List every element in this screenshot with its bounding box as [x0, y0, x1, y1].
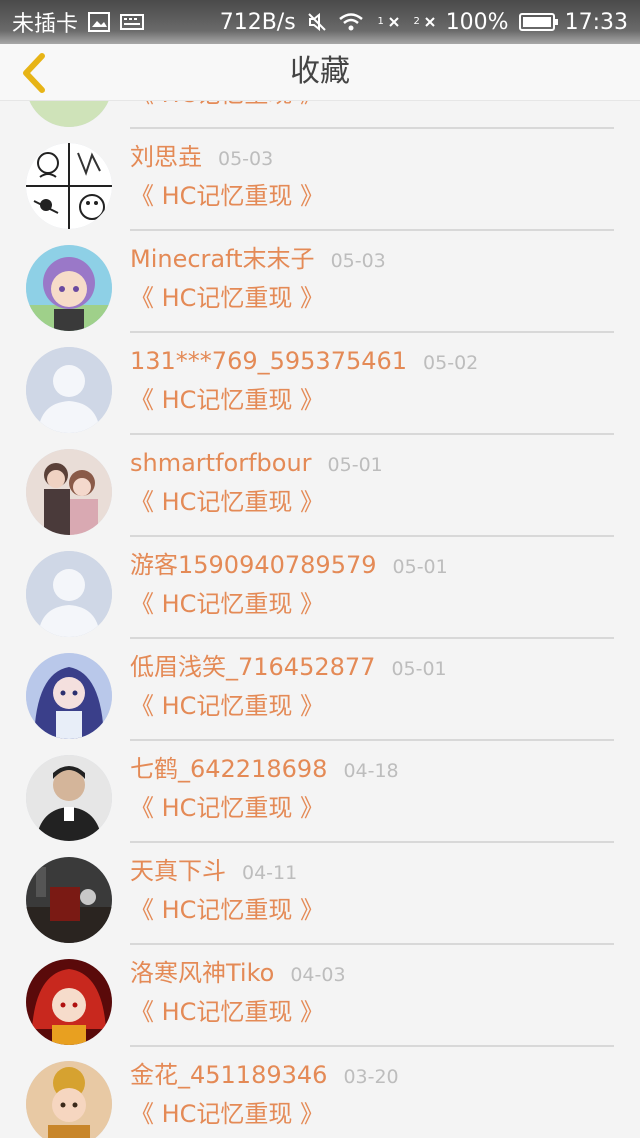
network-speed: 712B/s — [219, 9, 296, 35]
favorite-date: 04-11 — [242, 862, 298, 884]
favorite-item[interactable]: 低眉浅笑_716452877 05-01 《 HC记忆重现 》 — [0, 627, 640, 741]
work-title-link[interactable]: 《 HC记忆重现 》 — [130, 481, 614, 523]
favorite-date: 05-01 — [391, 658, 447, 680]
favorites-list: 《 HC记忆重现 》刘思垚05-03《 HC记忆重现 》Minecraft末末子… — [0, 100, 640, 1138]
avatar[interactable] — [26, 653, 112, 739]
work-title-link[interactable]: 《 HC记忆重现 》 — [130, 685, 614, 727]
work-title-link[interactable]: 《 HC记忆重现 》 — [130, 175, 614, 217]
work-title-link[interactable]: 《 HC记忆重现 》 — [130, 379, 614, 421]
avatar[interactable] — [26, 143, 112, 229]
favorite-item[interactable]: 游客1590940789579 05-01 《 HC记忆重现 》 — [0, 525, 640, 639]
avatar[interactable] — [26, 449, 112, 535]
battery-icon — [518, 13, 558, 31]
user-name[interactable]: shmartforfbour — [130, 449, 312, 477]
status-bar: 未插卡 712B/s 1 2 100% 17:33 — [0, 0, 640, 44]
work-title-link[interactable]: 《 HC记忆重现 》 — [130, 583, 614, 625]
favorite-date: 04-18 — [343, 760, 399, 782]
work-title-link[interactable]: 《 HC记忆重现 》 — [130, 889, 614, 931]
avatar[interactable] — [26, 857, 112, 943]
user-name[interactable]: 洛寒风神Tiko — [130, 959, 274, 987]
wifi-icon — [338, 12, 364, 32]
work-title-link[interactable]: 《 HC记忆重现 》 — [130, 277, 614, 319]
avatar[interactable] — [26, 755, 112, 841]
avatar[interactable] — [26, 245, 112, 331]
favorite-date: 05-01 — [327, 454, 383, 476]
user-name[interactable]: 低眉浅笑_716452877 — [130, 653, 375, 681]
avatar[interactable] — [26, 551, 112, 637]
carrier-label: 未插卡 — [12, 12, 79, 37]
avatar[interactable] — [26, 1061, 112, 1138]
keyboard-icon — [120, 13, 145, 31]
work-title-link[interactable]: 《 HC记忆重现 》 — [130, 787, 614, 829]
favorite-item[interactable]: 刘思垚 05-03 《 HC记忆重现 》 — [0, 117, 640, 231]
avatar[interactable] — [26, 347, 112, 433]
user-name[interactable]: 天真下斗 — [130, 857, 226, 885]
favorite-date: 04-03 — [290, 964, 346, 986]
gallery-icon — [88, 12, 111, 32]
user-name[interactable]: 七鹤_642218698 — [130, 755, 327, 783]
favorite-item[interactable]: Minecraft末末子 05-03 《 HC记忆重现 》 — [0, 219, 640, 333]
work-title-link[interactable]: 《 HC记忆重现 》 — [130, 100, 614, 115]
work-title-link[interactable]: 《 HC记忆重现 》 — [130, 991, 614, 1033]
favorite-item[interactable]: 《 HC记忆重现 》 — [0, 100, 640, 129]
favorite-item[interactable]: 七鹤_642218698 04-18 《 HC记忆重现 》 — [0, 729, 640, 843]
app-bar: 收藏 — [0, 44, 640, 101]
sim2-no-signal-icon: 2 — [410, 16, 436, 28]
favorite-date: 05-02 — [423, 352, 479, 374]
mute-icon — [306, 11, 328, 33]
favorite-date: 05-03 — [330, 250, 386, 272]
favorite-item[interactable]: 洛寒风神Tiko 04-03 《 HC记忆重现 》 — [0, 933, 640, 1047]
user-name[interactable]: 刘思垚 — [130, 143, 202, 171]
favorite-date: 03-20 — [343, 1066, 399, 1088]
favorite-item[interactable]: 天真下斗 04-11 《 HC记忆重现 》 — [0, 831, 640, 945]
favorite-date: 05-03 — [218, 148, 274, 170]
work-title-link[interactable]: 《 HC记忆重现 》 — [130, 1093, 614, 1135]
user-name[interactable]: 游客1590940789579 — [130, 551, 377, 579]
favorite-item[interactable]: shmartforfbour 05-01 《 HC记忆重现 》 — [0, 423, 640, 537]
favorite-item[interactable]: 131***769_595375461 05-02 《 HC记忆重现 》 — [0, 321, 640, 435]
avatar[interactable] — [26, 959, 112, 1045]
user-name[interactable]: 131***769_595375461 — [130, 347, 407, 375]
clock: 17:33 — [564, 9, 628, 35]
favorite-date: 05-01 — [392, 556, 448, 578]
battery-percent: 100% — [445, 9, 509, 35]
favorite-item[interactable]: 金花_451189346 03-20 《 HC记忆重现 》 — [0, 1035, 640, 1138]
page-title: 收藏 — [290, 54, 350, 89]
sim1-no-signal-icon: 1 — [374, 16, 400, 28]
user-name[interactable]: Minecraft末末子 — [130, 245, 315, 273]
user-name[interactable]: 金花_451189346 — [130, 1061, 327, 1089]
